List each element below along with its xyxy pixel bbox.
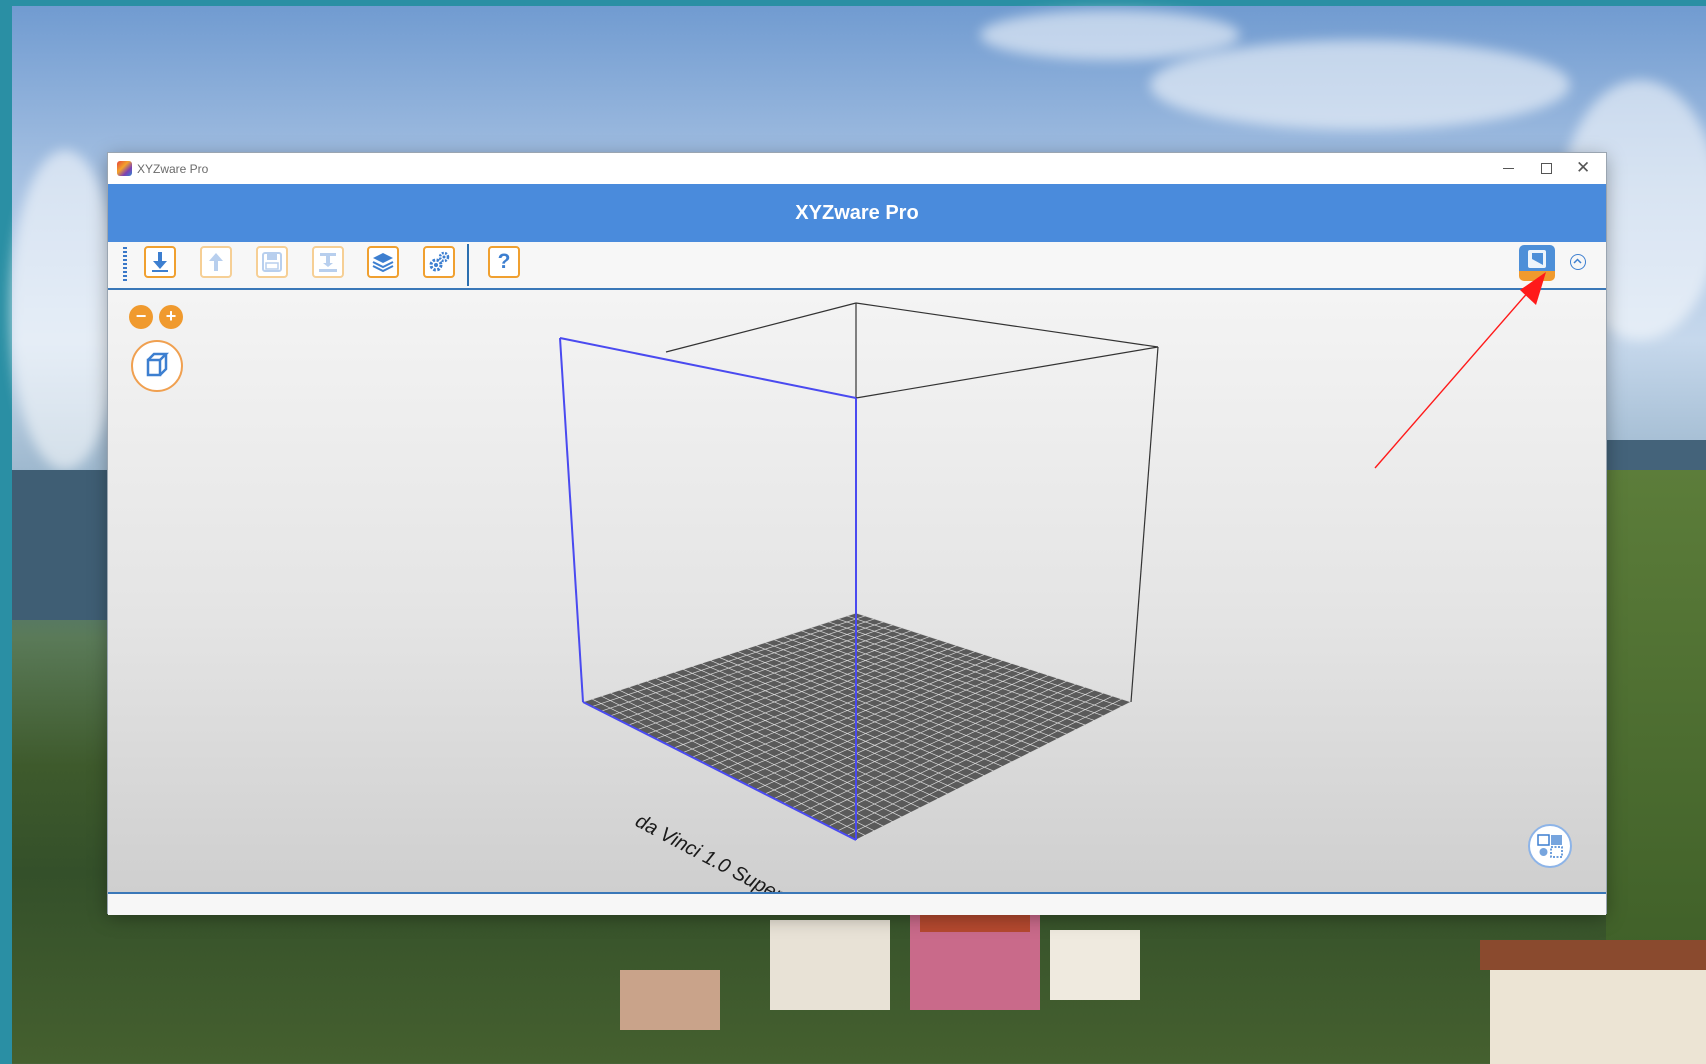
annotation-arrow-head (1520, 272, 1546, 305)
annotation-arrow-line (1374, 289, 1531, 469)
annotation-arrow (1374, 272, 1546, 469)
